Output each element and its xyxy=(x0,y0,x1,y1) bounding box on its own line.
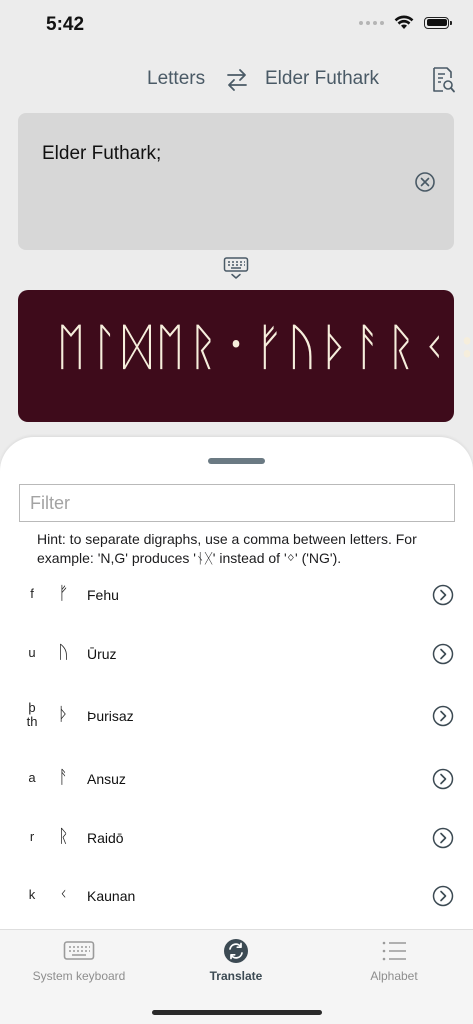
rune-name: Ūruz xyxy=(87,646,117,662)
tab-label: System keyboard xyxy=(32,969,126,983)
status-icons xyxy=(359,15,452,30)
clear-icon[interactable] xyxy=(414,171,436,193)
chevron-right-circle-icon[interactable] xyxy=(432,705,454,727)
chevron-right-circle-icon[interactable] xyxy=(432,643,454,665)
tab-system-keyboard[interactable]: System keyboard xyxy=(20,930,138,990)
list-item[interactable]: k ᚲ Kaunan xyxy=(0,866,473,924)
sheet-grabber[interactable] xyxy=(208,458,265,464)
cellular-signal-icon xyxy=(359,20,384,25)
keyboard-icon xyxy=(63,941,95,960)
rune-glyph: ᚨ xyxy=(58,767,69,788)
list-icon xyxy=(382,941,406,961)
latin-letter: þ th xyxy=(26,700,38,729)
tab-label: Alphabet xyxy=(370,969,418,983)
document-search-icon[interactable] xyxy=(430,66,456,94)
keyboard-toggle-icon[interactable] xyxy=(222,255,250,281)
list-item[interactable]: þ th ᚦ Þurisaz xyxy=(0,687,473,745)
tab-translate[interactable]: Translate xyxy=(186,930,286,990)
rune-glyph: ᚲ xyxy=(58,884,69,905)
latin-letter: a xyxy=(28,770,36,785)
list-item[interactable]: u ᚢ Ūruz xyxy=(0,625,473,683)
rune-name: Kaunan xyxy=(87,888,136,904)
chevron-right-circle-icon[interactable] xyxy=(432,584,454,606)
source-language-button[interactable]: Letters xyxy=(147,68,205,90)
wifi-icon xyxy=(394,15,414,29)
translate-icon xyxy=(224,939,248,963)
home-indicator[interactable] xyxy=(152,1010,322,1015)
status-bar: 5:42 xyxy=(0,0,473,52)
rune-glyph: ᚠ xyxy=(58,583,69,604)
battery-icon xyxy=(424,16,452,29)
chevron-right-circle-icon[interactable] xyxy=(432,827,454,849)
translation-header: Letters Elder Futhark xyxy=(0,60,473,100)
rune-glyph: ᚢ xyxy=(58,642,69,663)
list-item[interactable]: r ᚱ Raidō xyxy=(0,808,473,866)
source-text-area[interactable]: Elder Futhark; xyxy=(18,113,454,250)
swap-languages-icon[interactable] xyxy=(223,66,251,94)
tab-bar: System keyboard Translate Alphabet xyxy=(0,929,473,1024)
rune-glyph: ᚦ xyxy=(58,704,69,725)
rune-glyph: ᚱ xyxy=(58,826,69,847)
latin-letter: r xyxy=(29,829,35,844)
list-item[interactable]: f ᚠ Fehu xyxy=(0,567,473,625)
target-language-button[interactable]: Elder Futhark xyxy=(265,68,379,90)
rune-name: Raidō xyxy=(87,830,124,846)
list-item[interactable]: a ᚨ Ansuz xyxy=(0,749,473,807)
source-text: Elder Futhark; xyxy=(42,143,162,164)
rune-name: Fehu xyxy=(87,587,119,603)
latin-letter: k xyxy=(28,887,36,902)
latin-letter: f xyxy=(30,586,34,601)
alphabet-sheet: Hint: to separate digraphs, use a comma … xyxy=(0,437,473,929)
rune-output-text: ᛖᛚᛞᛖᚱ᛫ᚠᚢᚦᚨᚱᚲ᛬ xyxy=(56,318,473,376)
rune-name: Þurisaz xyxy=(87,708,134,724)
rune-output-panel: ᛖᛚᛞᛖᚱ᛫ᚠᚢᚦᚨᚱᚲ᛬ xyxy=(18,290,473,422)
tab-alphabet[interactable]: Alphabet xyxy=(344,930,444,990)
status-time: 5:42 xyxy=(46,14,85,35)
latin-letter: u xyxy=(28,645,36,660)
digraph-hint: Hint: to separate digraphs, use a comma … xyxy=(37,531,417,566)
chevron-right-circle-icon[interactable] xyxy=(432,768,454,790)
rune-name: Ansuz xyxy=(87,771,126,787)
filter-input[interactable] xyxy=(19,484,455,522)
tab-label: Translate xyxy=(209,969,263,983)
chevron-right-circle-icon[interactable] xyxy=(432,885,454,907)
